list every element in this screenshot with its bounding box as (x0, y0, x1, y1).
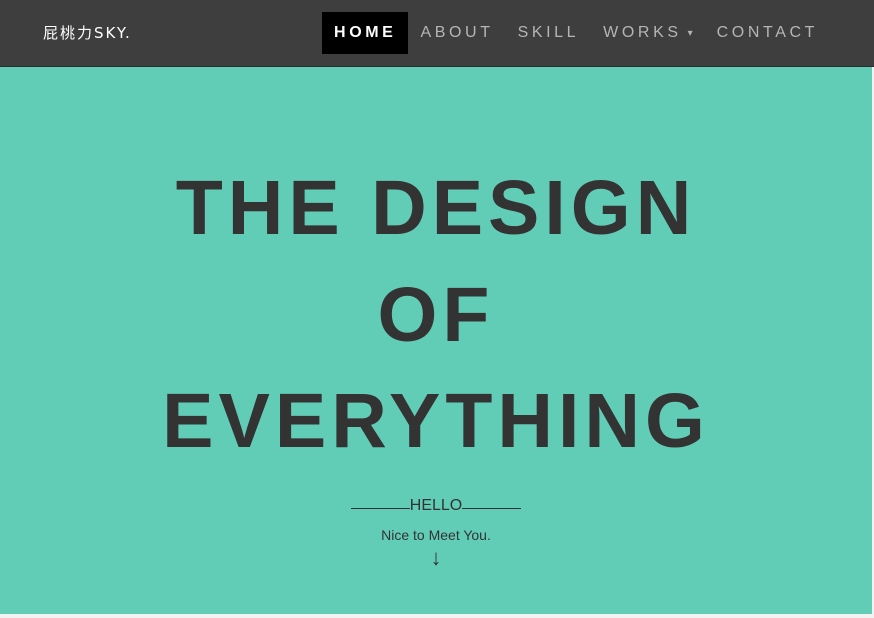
divider-line-right (462, 508, 521, 509)
nav-item-home[interactable]: HOME (322, 12, 409, 54)
scroll-down-arrow-icon[interactable]: ↓ (0, 545, 872, 571)
nav-item-skill[interactable]: SKILL (506, 12, 592, 54)
chevron-down-icon: ▾ (687, 27, 693, 39)
main-nav: HOME ABOUT SKILL WORKS ▾ CONTACT (322, 12, 830, 54)
hero-headline-line-1: THE DESIGN (175, 165, 697, 251)
nav-item-label: SKILL (517, 24, 580, 41)
nav-item-works[interactable]: WORKS ▾ (591, 12, 704, 54)
hero-headline-line-3: EVERYTHING (162, 378, 710, 464)
nav-item-about[interactable]: ABOUT (408, 12, 505, 54)
hello-divider: HELLO (351, 497, 521, 515)
nav-item-label: HOME (334, 24, 397, 41)
nav-item-label: ABOUT (420, 24, 494, 41)
nav-item-label: WORKS (603, 24, 682, 41)
hero-headline-line-2: OF (377, 272, 495, 358)
hero-section: THE DESIGN OF EVERYTHING HELLO Nice to M… (0, 67, 872, 614)
divider-line-left (351, 508, 410, 509)
hello-label: HELLO (409, 497, 463, 514)
navbar: 屁桃力SKY. HOME ABOUT SKILL WORKS ▾ CONTACT (0, 0, 874, 67)
nav-item-contact[interactable]: CONTACT (705, 12, 830, 54)
hero-tagline: Nice to Meet You. (381, 527, 491, 543)
nav-item-label: CONTACT (716, 24, 818, 41)
site-logo[interactable]: 屁桃力SKY. (43, 22, 132, 43)
